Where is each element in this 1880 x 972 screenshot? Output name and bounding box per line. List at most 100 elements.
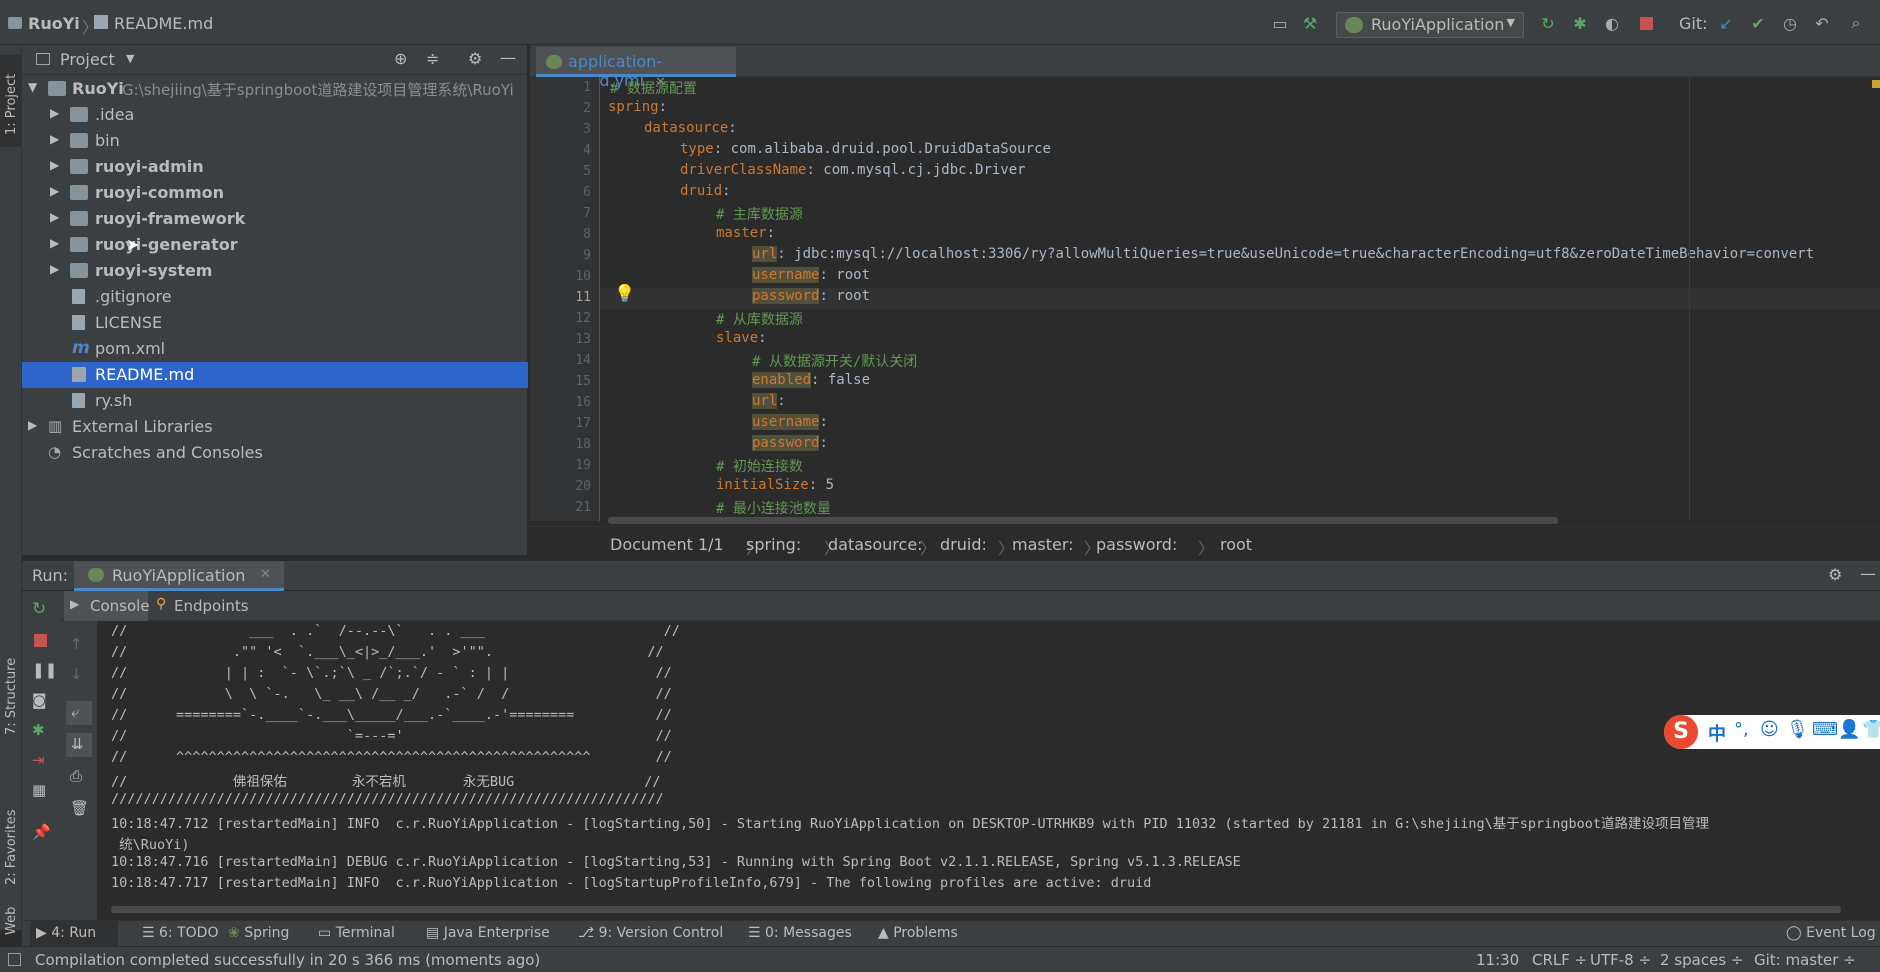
breadcrumb-item[interactable]: master:	[1012, 535, 1074, 554]
error-stripe-marker[interactable]	[1872, 80, 1880, 88]
breadcrumb-project[interactable]: RuoYi	[8, 14, 80, 33]
version-control-tool-label[interactable]: ⎇ 9: Version Control	[578, 925, 723, 941]
search-everywhere-icon[interactable]: ⌕	[1846, 13, 1866, 33]
locate-icon[interactable]: ⊕	[394, 49, 407, 68]
rerun-icon[interactable]: ↻	[1538, 13, 1558, 33]
debug-icon[interactable]: ✱	[1570, 13, 1590, 33]
java-enterprise-tool-label[interactable]: ▤ Java Enterprise	[426, 925, 550, 941]
messages-tool-label[interactable]: ☰ 0: Messages	[748, 925, 852, 941]
exit-icon[interactable]: ⇥	[32, 751, 45, 769]
favorites-tool-label[interactable]: 2: Favorites	[4, 809, 19, 885]
indent-select[interactable]: 2 spaces ÷	[1660, 951, 1743, 969]
tree-item-bin[interactable]: ▶ bin	[22, 128, 528, 154]
run-tool-label[interactable]: ▶ 4: Run	[36, 925, 96, 941]
code-line: # 主库数据源	[716, 207, 803, 223]
chevron-down-icon[interactable]: ▼	[126, 52, 134, 65]
structure-tool-label[interactable]: 7: Structure	[4, 658, 19, 735]
ime-toolbar[interactable]: S 中 °, ☺ 🎙 ⌨ 👤 👕	[1664, 715, 1880, 749]
project-tool-label[interactable]: 1: Project	[4, 74, 19, 135]
breadcrumb-item[interactable]: datasource:	[828, 535, 923, 554]
layout-icon[interactable]: ▭	[1270, 13, 1290, 33]
down-arrow-icon[interactable]: ↓	[70, 665, 83, 683]
line-separator-select[interactable]: CRLF ÷	[1532, 951, 1587, 969]
breadcrumb-file[interactable]: README.md	[94, 14, 213, 33]
tree-item-ruoyi-generator[interactable]: ▶ ruoyi-generator	[22, 232, 528, 258]
coverage-icon[interactable]: ◐	[1602, 13, 1622, 33]
breadcrumb-item[interactable]: password:	[1096, 535, 1177, 554]
tree-item-readme[interactable]: README.md	[22, 362, 528, 388]
git-rollback-icon[interactable]: ↶	[1812, 13, 1832, 33]
git-branch-select[interactable]: Git: master ÷	[1754, 951, 1856, 969]
user-icon[interactable]: 👤	[1838, 719, 1860, 740]
tree-item-idea[interactable]: ▶ .idea	[22, 102, 528, 128]
keyboard-icon[interactable]: ⌨	[1812, 719, 1838, 740]
console-output[interactable]: // ___ . .` /--.--\` . . ___ // // ."" '…	[99, 621, 1880, 921]
up-arrow-icon[interactable]: ↑	[70, 635, 83, 653]
file-icon	[72, 315, 85, 330]
tab-endpoints[interactable]: ⚲ Endpoints	[154, 591, 264, 621]
console-horizontal-scrollbar[interactable]	[111, 906, 1841, 913]
gear-icon[interactable]: ⚙	[468, 49, 482, 68]
print-icon[interactable]: ⎙	[70, 767, 82, 785]
problems-tool-label[interactable]: ▲ Problems	[878, 925, 958, 941]
build-hammer-icon[interactable]: ⚒	[1300, 13, 1320, 33]
skin-icon[interactable]: 👕	[1862, 719, 1880, 740]
ime-punctuation-toggle[interactable]: °,	[1734, 719, 1749, 740]
todo-tool-label[interactable]: ☰ 6: TODO	[142, 925, 218, 941]
minimize-icon[interactable]: —	[500, 48, 516, 67]
git-update-icon[interactable]: ↙	[1716, 13, 1736, 33]
tree-item-ry-sh[interactable]: ry.sh	[22, 388, 528, 414]
breadcrumb-item[interactable]: spring:	[746, 535, 801, 554]
git-commit-icon[interactable]: ✔	[1748, 13, 1768, 33]
status-toggle-icon[interactable]	[8, 953, 21, 966]
module-folder-icon	[70, 237, 88, 252]
tree-item-scratches[interactable]: ◔ Scratches and Consoles	[22, 440, 528, 466]
ime-language-toggle[interactable]: 中	[1708, 720, 1726, 746]
status-message[interactable]: Compilation completed successfully in 20…	[35, 951, 540, 969]
tree-item-ruoyi-framework[interactable]: ▶ ruoyi-framework	[22, 206, 528, 232]
close-icon[interactable]: ✕	[260, 567, 271, 582]
git-history-icon[interactable]: ◷	[1780, 13, 1800, 33]
encoding-select[interactable]: UTF-8 ÷	[1590, 951, 1651, 969]
debug-icon[interactable]: ✱	[32, 721, 45, 739]
maven-icon: m	[72, 338, 90, 358]
tree-item-gitignore[interactable]: .gitignore	[22, 284, 528, 310]
microphone-icon[interactable]: 🎙	[1786, 719, 1809, 740]
tab-console[interactable]: ▶ Console	[64, 591, 150, 621]
emoji-icon[interactable]: ☺	[1760, 719, 1779, 740]
tree-item-ruoyi-common[interactable]: ▶ ruoyi-common	[22, 180, 528, 206]
web-tool-label[interactable]: Web	[4, 907, 19, 935]
tree-item-pom[interactable]: m pom.xml	[22, 336, 528, 362]
pin-icon[interactable]: 📌	[32, 823, 51, 841]
tab-run-ruoyiapplication[interactable]: RuoYiApplication ✕	[74, 561, 284, 591]
horizontal-scrollbar[interactable]	[608, 517, 1558, 524]
project-tool-button[interactable]: 1: Project	[0, 55, 21, 147]
layout-icon[interactable]: ▦	[32, 781, 46, 799]
tree-item-ruoyi-admin[interactable]: ▶ ruoyi-admin	[22, 154, 528, 180]
run-configuration-select[interactable]: RuoYiApplication ▼	[1336, 12, 1524, 38]
terminal-tool-label[interactable]: ▭ Terminal	[318, 925, 395, 941]
pause-icon[interactable]: ❚❚	[32, 661, 57, 679]
breadcrumb-item[interactable]: root	[1220, 535, 1252, 554]
breadcrumb-item[interactable]: druid:	[940, 535, 987, 554]
line-number: 8	[583, 227, 591, 242]
file-icon	[72, 393, 85, 408]
tree-item-external-libraries[interactable]: ▶ ▥ External Libraries	[22, 414, 528, 440]
camera-icon[interactable]: ◙	[32, 691, 47, 709]
spring-tool-label[interactable]: ❀ Spring	[228, 925, 289, 941]
tree-item-ruoyi-system[interactable]: ▶ ruoyi-system	[22, 258, 528, 284]
gear-icon[interactable]: ⚙	[1828, 565, 1842, 584]
event-log-tool-label[interactable]: ◯ Event Log	[1786, 925, 1876, 941]
collapse-all-icon[interactable]: ≑	[426, 49, 439, 68]
tab-application-druid[interactable]: application-druid.yml ✕	[536, 47, 736, 90]
stop-icon[interactable]	[34, 634, 47, 647]
tree-root[interactable]: ▼ RuoYi G:\shejiing\基于springboot道路建设项目管理…	[22, 76, 528, 102]
rerun-icon[interactable]: ↻	[32, 599, 46, 619]
yaml-spring-icon	[546, 55, 562, 69]
project-panel-title[interactable]: Project	[60, 50, 115, 69]
trash-icon[interactable]: 🗑	[70, 799, 89, 817]
caret-position[interactable]: 11:30	[1476, 951, 1519, 969]
tree-item-license[interactable]: LICENSE	[22, 310, 528, 336]
minimize-icon[interactable]: —	[1860, 564, 1876, 583]
stop-icon[interactable]	[1636, 13, 1656, 33]
